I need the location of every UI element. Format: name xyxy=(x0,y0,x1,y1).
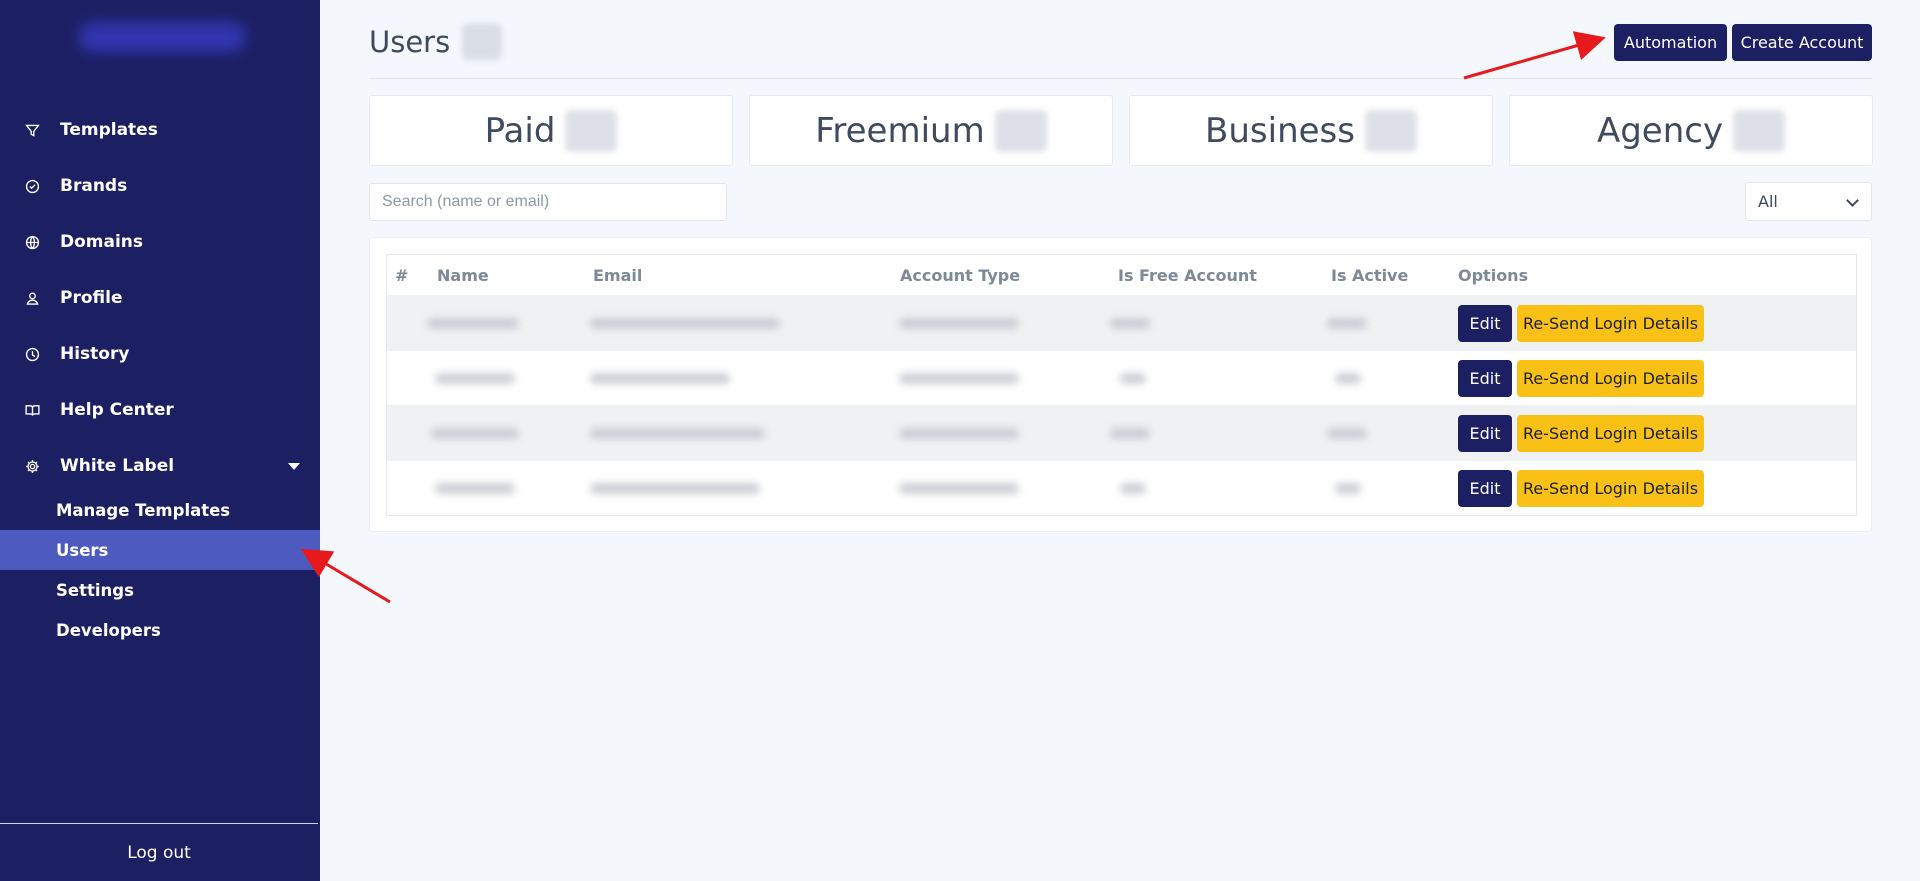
stat-label: Paid xyxy=(484,110,556,151)
automation-button[interactable]: Automation xyxy=(1614,24,1727,61)
gear-icon xyxy=(22,456,42,476)
sidebar-item-label: Templates xyxy=(60,120,158,140)
clock-icon xyxy=(22,344,42,364)
white-label-submenu: Manage Templates Users Settings Develope… xyxy=(0,490,320,650)
edit-button[interactable]: Edit xyxy=(1458,470,1512,507)
redacted-active-flag xyxy=(1335,483,1361,494)
redacted-free-flag xyxy=(1110,318,1150,329)
redacted-active-flag xyxy=(1335,373,1361,384)
users-table-card: # Name Email Account Type Is Free Accoun… xyxy=(369,237,1872,532)
redacted-email xyxy=(590,428,765,439)
sidebar-item-profile[interactable]: Profile xyxy=(0,270,320,326)
page-title-text: Users xyxy=(369,25,451,59)
redacted-free-flag xyxy=(1110,428,1150,439)
redacted-active-flag xyxy=(1327,428,1367,439)
submenu-item-developers[interactable]: Developers xyxy=(0,610,320,650)
redacted-name xyxy=(431,428,519,439)
stat-label: Freemium xyxy=(815,110,985,151)
redacted-account-type xyxy=(899,428,1019,439)
submenu-item-settings[interactable]: Settings xyxy=(0,570,320,610)
column-header-index: # xyxy=(395,265,409,285)
user-icon xyxy=(22,288,42,308)
page-title: Users xyxy=(369,24,503,60)
sidebar-item-help-center[interactable]: Help Center xyxy=(0,382,320,438)
redacted-email xyxy=(590,318,780,329)
column-header-name: Name xyxy=(437,265,489,285)
submenu-item-users[interactable]: Users xyxy=(0,530,320,570)
redacted-free-flag xyxy=(1120,483,1146,494)
column-header-is-free-account: Is Free Account xyxy=(1118,265,1257,285)
stat-label: Business xyxy=(1205,110,1355,151)
annotation-arrow-automation xyxy=(1463,31,1606,80)
logout-button[interactable]: Log out xyxy=(127,843,191,863)
stat-count xyxy=(1364,109,1417,152)
sidebar-item-label: History xyxy=(60,344,130,364)
filter-value: All xyxy=(1758,192,1778,211)
redacted-email xyxy=(590,483,760,494)
sidebar-item-label: Brands xyxy=(60,176,128,196)
create-account-button[interactable]: Create Account xyxy=(1732,24,1872,61)
sidebar-item-label: Domains xyxy=(60,232,144,252)
submenu-item-manage-templates[interactable]: Manage Templates xyxy=(0,490,320,530)
resend-login-button[interactable]: Re-Send Login Details xyxy=(1517,470,1704,507)
stat-count xyxy=(565,109,618,152)
redacted-account-type xyxy=(899,483,1019,494)
table-row: Edit Re-Send Login Details xyxy=(387,295,1856,350)
sidebar-item-label: White Label xyxy=(60,456,175,476)
filter-icon xyxy=(22,120,42,140)
search-input[interactable] xyxy=(369,183,727,221)
redacted-name xyxy=(435,483,515,494)
sidebar-item-history[interactable]: History xyxy=(0,326,320,382)
stat-card-paid: Paid xyxy=(369,95,733,166)
sidebar-item-templates[interactable]: Templates xyxy=(0,102,320,158)
stat-card-business: Business xyxy=(1129,95,1493,166)
column-header-options: Options xyxy=(1458,265,1529,285)
edit-button[interactable]: Edit xyxy=(1458,305,1512,342)
stat-card-freemium: Freemium xyxy=(749,95,1113,166)
redacted-name xyxy=(427,318,519,329)
stat-card-agency: Agency xyxy=(1509,95,1873,166)
sidebar: Templates Brands Domains Profile History xyxy=(0,0,320,881)
stat-label: Agency xyxy=(1596,110,1724,151)
badge-check-icon xyxy=(22,176,42,196)
stat-count xyxy=(1733,109,1786,152)
redacted-email xyxy=(590,373,730,384)
account-type-filter[interactable]: All xyxy=(1745,182,1872,221)
edit-button[interactable]: Edit xyxy=(1458,360,1512,397)
header-divider xyxy=(369,78,1872,79)
caret-down-icon[interactable] xyxy=(288,462,300,470)
edit-button[interactable]: Edit xyxy=(1458,415,1512,452)
table-row: Edit Re-Send Login Details xyxy=(387,350,1856,405)
table-row: Edit Re-Send Login Details xyxy=(387,460,1856,515)
resend-login-button[interactable]: Re-Send Login Details xyxy=(1517,415,1704,452)
redacted-name xyxy=(435,373,515,384)
globe-icon xyxy=(22,232,42,252)
resend-login-button[interactable]: Re-Send Login Details xyxy=(1517,305,1704,342)
column-header-email: Email xyxy=(593,265,643,285)
book-icon xyxy=(22,400,42,420)
logout-area: Log out xyxy=(0,823,318,881)
sidebar-item-brands[interactable]: Brands xyxy=(0,158,320,214)
stat-count xyxy=(994,109,1047,152)
brand-logo[interactable] xyxy=(78,22,246,52)
redacted-active-flag xyxy=(1327,318,1367,329)
users-table: # Name Email Account Type Is Free Accoun… xyxy=(386,254,1857,516)
resend-login-button[interactable]: Re-Send Login Details xyxy=(1517,360,1704,397)
user-count-badge xyxy=(462,24,503,60)
sidebar-item-domains[interactable]: Domains xyxy=(0,214,320,270)
table-row: Edit Re-Send Login Details xyxy=(387,405,1856,460)
column-header-account-type: Account Type xyxy=(900,265,1021,285)
sidebar-item-label: Profile xyxy=(60,288,123,308)
sidebar-item-white-label[interactable]: White Label xyxy=(0,438,320,494)
redacted-account-type xyxy=(899,318,1019,329)
sidebar-nav: Templates Brands Domains Profile History xyxy=(0,102,320,494)
redacted-account-type xyxy=(899,373,1019,384)
redacted-free-flag xyxy=(1120,373,1146,384)
sidebar-item-label: Help Center xyxy=(60,400,174,420)
chevron-down-icon xyxy=(1846,194,1859,207)
column-header-is-active: Is Active xyxy=(1331,265,1409,285)
table-header: # Name Email Account Type Is Free Accoun… xyxy=(387,255,1856,295)
